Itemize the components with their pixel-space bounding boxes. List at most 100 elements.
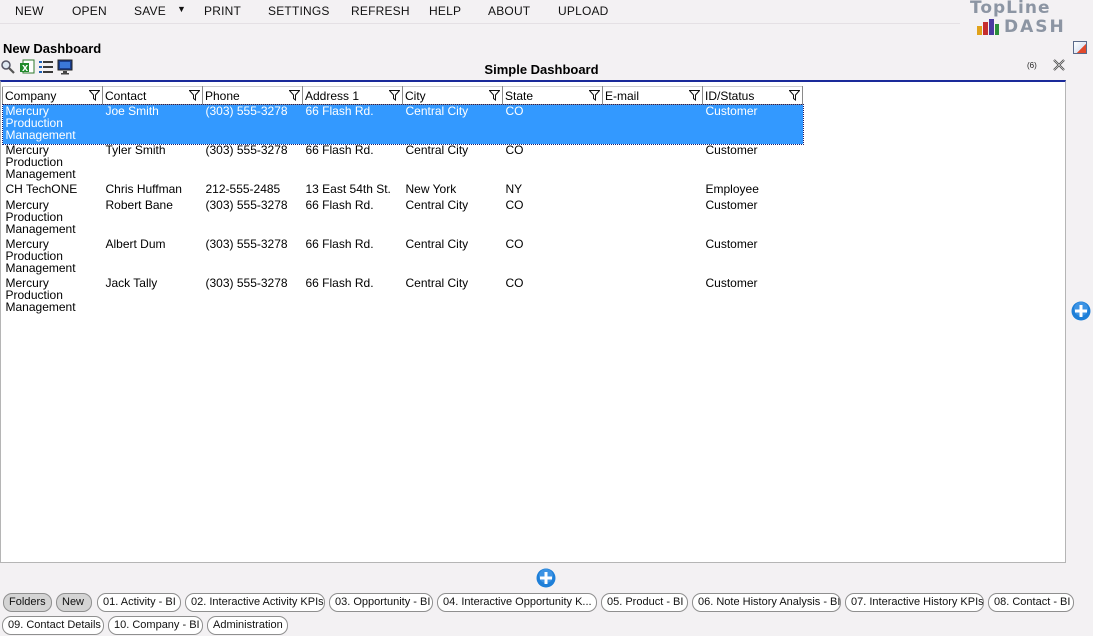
tab-activity-bi[interactable]: 01. Activity - BI: [97, 593, 181, 612]
filter-icon[interactable]: [589, 90, 600, 101]
table-row[interactable]: Mercury Production Management Robert Bane…: [3, 199, 803, 238]
tab-company-bi[interactable]: 10. Company - BI: [108, 616, 203, 635]
table-cell: [603, 277, 703, 316]
menu-upload[interactable]: UPLOAD: [558, 4, 609, 18]
menu-new[interactable]: NEW: [15, 4, 44, 18]
column-header-label: Company: [5, 88, 57, 103]
table-cell: (303) 555-3278: [205, 197, 288, 212]
filter-icon[interactable]: [189, 90, 200, 101]
table-cell: Central City: [402, 104, 503, 144]
menu-about[interactable]: ABOUT: [488, 4, 530, 18]
topline-dash-logo: TopLine DASH: [966, 0, 1082, 38]
tab-folders[interactable]: Folders: [3, 593, 52, 612]
bar-chart-icon: [977, 19, 999, 35]
table-cell: (303) 555-3278: [205, 142, 288, 157]
column-header-label: State: [505, 88, 534, 103]
table-cell: Jack Tally: [105, 275, 158, 290]
menu-help[interactable]: HELP: [429, 4, 461, 18]
save-dropdown-icon[interactable]: ▼: [177, 4, 186, 14]
table-row[interactable]: Mercury Production Management Tyler Smith…: [3, 144, 803, 183]
menu-print[interactable]: PRINT: [204, 4, 241, 18]
table-cell: New York: [405, 181, 457, 196]
settings-window-icon[interactable]: [1073, 41, 1087, 54]
dashboard-panel: Company Contact Phone Address 1 City State E-m…: [0, 80, 1066, 563]
tab-opportunity-bi[interactable]: 03. Opportunity - BI: [329, 593, 433, 612]
table-cell: Customer: [705, 142, 758, 157]
filter-icon[interactable]: [689, 90, 700, 101]
table-cell: Robert Bane: [105, 197, 173, 212]
table-cell: Mercury Production Management: [5, 142, 76, 181]
tab-new[interactable]: New: [56, 593, 92, 612]
column-header[interactable]: City: [402, 86, 503, 105]
table-row[interactable]: Mercury Production Management Jack Tally (…: [3, 277, 803, 316]
table-cell: Employee: [705, 181, 759, 196]
filter-icon[interactable]: [489, 90, 500, 101]
table-cell: (303) 555-3278: [205, 236, 288, 251]
filter-icon[interactable]: [289, 90, 300, 101]
column-header[interactable]: Contact: [102, 86, 203, 105]
table-cell: Central City: [405, 236, 469, 251]
tab-contact-details[interactable]: 09. Contact Details: [2, 616, 104, 635]
tab-interactive-activity-kpis[interactable]: 02. Interactive Activity KPIs: [185, 593, 325, 612]
panel-title: Simple Dashboard: [484, 62, 599, 77]
tab-contact-bi[interactable]: 08. Contact - BI: [988, 593, 1074, 612]
menu-open[interactable]: OPEN: [72, 4, 107, 18]
contacts-grid: Company Contact Phone Address 1 City State E-m…: [1, 86, 804, 316]
table-cell: Central City: [405, 142, 469, 157]
column-header-label: E-mail: [605, 88, 640, 103]
column-header[interactable]: Company: [2, 86, 103, 105]
table-cell: [603, 144, 703, 183]
add-panel-bottom-icon[interactable]: [536, 568, 556, 588]
table-cell: 13 East 54th St.: [305, 181, 391, 196]
table-cell: Customer: [702, 104, 803, 144]
tab-interactive-opportunity-kpis[interactable]: 04. Interactive Opportunity K...: [437, 593, 597, 612]
table-cell: [603, 199, 703, 238]
top-menu: NEW OPEN SAVE ▼ PRINT SETTINGS REFRESH H…: [0, 0, 960, 24]
filter-icon[interactable]: [389, 90, 400, 101]
table-cell: NY: [505, 181, 523, 196]
logo-line1: TopLine: [970, 0, 1051, 18]
column-header[interactable]: Address 1: [302, 86, 403, 105]
menu-refresh[interactable]: REFRESH: [351, 4, 410, 18]
column-header[interactable]: Phone: [202, 86, 303, 105]
table-cell: Customer: [705, 236, 758, 251]
table-cell: 66 Flash Rd.: [305, 197, 374, 212]
table-cell: [602, 104, 703, 144]
filter-icon[interactable]: [89, 90, 100, 101]
table-row[interactable]: Mercury Production Management Albert Dum (…: [3, 238, 803, 277]
column-header[interactable]: State: [502, 86, 603, 105]
table-cell: [603, 183, 703, 199]
column-header[interactable]: E-mail: [602, 86, 703, 105]
table-cell: Mercury Production Management: [5, 275, 76, 314]
table-cell: 66 Flash Rd.: [305, 142, 374, 157]
table-cell: Central City: [405, 197, 469, 212]
table-cell: CO: [505, 142, 524, 157]
table-cell: 66 Flash Rd.: [305, 275, 374, 290]
add-panel-right-icon[interactable]: [1071, 301, 1091, 321]
logo-line2: DASH: [1004, 17, 1066, 37]
tab-note-history-analysis-bi[interactable]: 06. Note History Analysis - BI: [692, 593, 841, 612]
table-cell: Mercury Production Management: [5, 197, 76, 236]
tab-product-bi[interactable]: 05. Product - BI: [601, 593, 688, 612]
filter-icon[interactable]: [789, 90, 800, 101]
tab-interactive-history-kpis[interactable]: 07. Interactive History KPIs: [845, 593, 984, 612]
table-cell: 66 Flash Rd.: [302, 104, 403, 144]
column-header-label: Contact: [105, 88, 147, 103]
dashboard-title: New Dashboard: [3, 41, 102, 56]
table-row[interactable]: CH TechONE Chris Huffman 212-555-2485 13 Ea…: [3, 183, 803, 199]
table-cell: 212-555-2485: [205, 181, 281, 196]
tab-administration[interactable]: Administration: [207, 616, 288, 635]
menu-save[interactable]: SAVE: [134, 4, 166, 18]
column-header-label: City: [405, 88, 426, 103]
table-cell: [603, 238, 703, 277]
menu-settings[interactable]: SETTINGS: [268, 4, 330, 18]
table-cell: CO: [502, 104, 603, 144]
column-header-label: ID/Status: [705, 88, 755, 103]
table-cell: CO: [505, 275, 524, 290]
table-row[interactable]: Mercury Production Management Joe Smith (3…: [1, 103, 804, 145]
table-cell: Customer: [705, 197, 758, 212]
table-cell: Mercury Production Management: [2, 104, 103, 144]
close-icon[interactable]: [1052, 58, 1066, 72]
table-cell: Albert Dum: [105, 236, 166, 251]
column-header[interactable]: ID/Status: [702, 86, 803, 105]
